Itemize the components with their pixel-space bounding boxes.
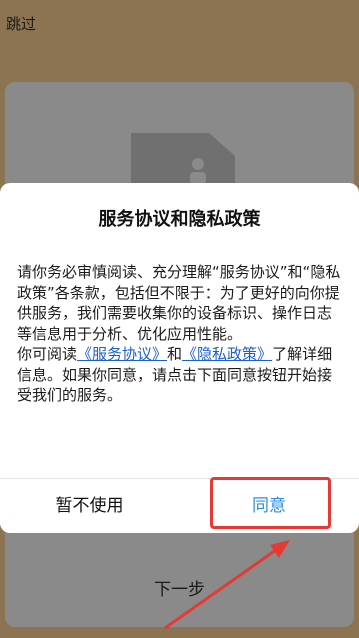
person-icon	[190, 158, 206, 185]
dialog-title: 服务协议和隐私政策	[98, 209, 261, 230]
para2-and: 和	[167, 345, 183, 363]
next-step-button[interactable]: 下一步	[5, 560, 354, 620]
skip-button[interactable]: 跳过	[6, 13, 36, 34]
para2-prefix: 你可阅读	[17, 345, 78, 363]
highlight-annotation	[210, 477, 331, 529]
dialog-paragraph-1: 请你务必审慎阅读、充分理解“服务协议”和“隐私政策”各条款，包括但不限于：为了更…	[17, 263, 341, 343]
decline-button[interactable]: 暂不使用	[0, 479, 179, 533]
dialog-body: 请你务必审慎阅读、充分理解“服务协议”和“隐私政策”各条款，包括但不限于：为了更…	[17, 262, 342, 406]
service-agreement-link[interactable]: 《服务协议》	[77, 345, 167, 363]
dialog-paragraph-2: 你可阅读《服务协议》和《隐私政策》了解详细信息。如果你同意，请点击下面同意按钮开…	[17, 344, 342, 406]
privacy-policy-link[interactable]: 《隐私政策》	[182, 345, 272, 363]
